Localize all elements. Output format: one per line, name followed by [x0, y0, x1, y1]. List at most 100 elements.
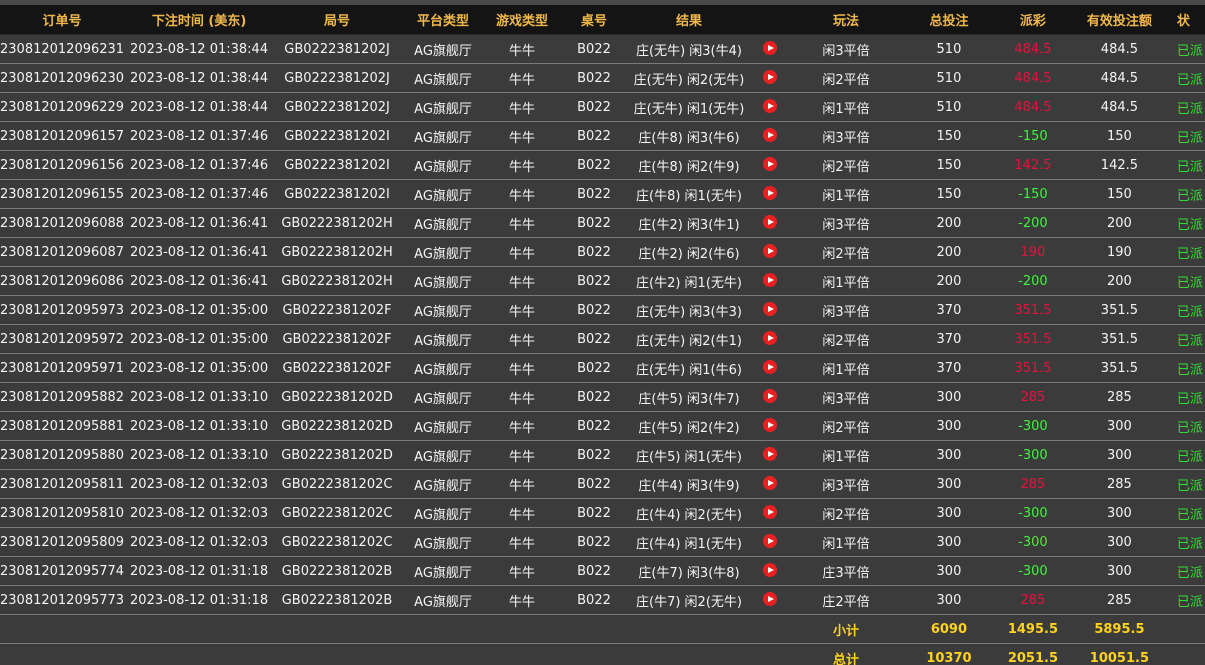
video-cell [747, 63, 792, 93]
order-cell: 230812012095881 [0, 411, 125, 441]
platform-cell: AG旗舰厅 [400, 585, 487, 615]
col-header-table: 桌号 [558, 5, 630, 35]
play-type-cell: 闲3平倍 [791, 469, 900, 499]
platform-cell: AG旗舰厅 [400, 295, 487, 325]
order-cell: 230812012095810 [0, 498, 125, 528]
table-row: 230812012096087 2023-08-12 01:36:41 GB0222… [0, 237, 1205, 267]
bet-time-cell: 2023-08-12 01:32:03 [124, 527, 275, 557]
bet-time-cell: 2023-08-12 01:38:44 [124, 92, 275, 122]
game-type-cell: 牛牛 [486, 527, 559, 557]
game-type-cell: 牛牛 [486, 295, 559, 325]
payout-cell: -200 [997, 266, 1068, 296]
table-number-cell: B022 [558, 150, 630, 180]
col-header-play: 玩法 [791, 5, 900, 35]
play-video-icon[interactable] [762, 70, 777, 84]
round-cell: GB0222381202C [274, 527, 401, 557]
order-cell: 230812012095773 [0, 585, 125, 615]
play-video-icon[interactable] [762, 273, 777, 287]
result-cell: 庄(牛4) 闲1(无牛) [630, 527, 748, 557]
round-cell: GB0222381202F [274, 353, 401, 383]
play-video-icon[interactable] [762, 360, 777, 374]
bet-amount-cell: 510 [899, 34, 998, 64]
table-row: 230812012095880 2023-08-12 01:33:10 GB0222… [0, 440, 1205, 470]
bet-time-cell: 2023-08-12 01:36:41 [124, 266, 275, 296]
status-cell: 已派 [1170, 34, 1205, 64]
valid-bet-cell: 285 [1067, 469, 1171, 499]
status-cell: 已派 [1170, 353, 1205, 383]
play-video-icon[interactable] [762, 128, 777, 142]
valid-bet-cell: 300 [1067, 440, 1171, 470]
payout-cell: -300 [997, 527, 1068, 557]
video-cell [747, 498, 792, 528]
status-cell: 已派 [1170, 179, 1205, 209]
status-cell: 已派 [1170, 150, 1205, 180]
order-cell: 230812012095971 [0, 353, 125, 383]
video-cell [747, 382, 792, 412]
game-type-cell: 牛牛 [486, 266, 559, 296]
valid-bet-cell: 300 [1067, 498, 1171, 528]
table-row: 230812012095809 2023-08-12 01:32:03 GB0222… [0, 527, 1205, 557]
result-cell: 庄(牛5) 闲1(无牛) [630, 440, 748, 470]
play-video-icon[interactable] [762, 592, 777, 606]
payout-cell: 351.5 [997, 353, 1068, 383]
play-type-cell: 闲2平倍 [791, 237, 900, 267]
play-video-icon[interactable] [762, 244, 777, 258]
video-cell [747, 469, 792, 499]
play-video-icon[interactable] [762, 186, 777, 200]
valid-bet-cell: 200 [1067, 208, 1171, 238]
table-row: 230812012096155 2023-08-12 01:37:46 GB0222… [0, 179, 1205, 209]
table-number-cell: B022 [558, 34, 630, 64]
play-type-cell: 闲2平倍 [791, 411, 900, 441]
play-type-cell: 闲2平倍 [791, 498, 900, 528]
play-video-icon[interactable] [762, 157, 777, 171]
play-video-icon[interactable] [762, 41, 777, 55]
result-cell: 庄(牛5) 闲3(牛7) [630, 382, 748, 412]
col-header-result: 结果 [630, 5, 748, 35]
order-cell: 230812012096088 [0, 208, 125, 238]
play-type-cell: 闲3平倍 [791, 121, 900, 151]
bet-amount-cell: 300 [899, 556, 998, 586]
valid-bet-cell: 484.5 [1067, 34, 1171, 64]
play-video-icon[interactable] [762, 389, 777, 403]
play-video-icon[interactable] [762, 476, 777, 490]
game-type-cell: 牛牛 [486, 208, 559, 238]
game-type-cell: 牛牛 [486, 150, 559, 180]
bet-time-cell: 2023-08-12 01:33:10 [124, 440, 275, 470]
play-video-icon[interactable] [762, 505, 777, 519]
play-video-icon[interactable] [762, 563, 777, 577]
video-cell [747, 295, 792, 325]
col-header-bet: 总投注 [899, 5, 998, 35]
play-type-cell: 闲1平倍 [791, 92, 900, 122]
round-cell: GB0222381202D [274, 411, 401, 441]
play-video-icon[interactable] [762, 99, 777, 113]
video-cell [747, 440, 792, 470]
game-type-cell: 牛牛 [486, 63, 559, 93]
play-video-icon[interactable] [762, 302, 777, 316]
bet-time-cell: 2023-08-12 01:35:00 [124, 353, 275, 383]
game-type-cell: 牛牛 [486, 469, 559, 499]
status-cell: 已派 [1170, 92, 1205, 122]
game-type-cell: 牛牛 [486, 382, 559, 412]
round-cell: GB0222381202J [274, 34, 401, 64]
bet-time-cell: 2023-08-12 01:31:18 [124, 556, 275, 586]
valid-bet-cell: 300 [1067, 411, 1171, 441]
subtotal-valid-bet: 5895.5 [1067, 614, 1171, 644]
table-number-cell: B022 [558, 92, 630, 122]
bet-amount-cell: 300 [899, 469, 998, 499]
play-video-icon[interactable] [762, 418, 777, 432]
play-video-icon[interactable] [762, 534, 777, 548]
play-type-cell: 闲2平倍 [791, 324, 900, 354]
play-video-icon[interactable] [762, 331, 777, 345]
play-video-icon[interactable] [762, 447, 777, 461]
play-video-icon[interactable] [762, 215, 777, 229]
bet-time-cell: 2023-08-12 01:36:41 [124, 208, 275, 238]
bet-amount-cell: 300 [899, 440, 998, 470]
total-payout: 2051.5 [997, 643, 1068, 665]
payout-cell: 190 [997, 237, 1068, 267]
table-number-cell: B022 [558, 121, 630, 151]
result-cell: 庄(牛5) 闲2(牛2) [630, 411, 748, 441]
bet-amount-cell: 150 [899, 179, 998, 209]
play-type-cell: 闲1平倍 [791, 527, 900, 557]
video-cell [747, 150, 792, 180]
status-cell: 已派 [1170, 469, 1205, 499]
